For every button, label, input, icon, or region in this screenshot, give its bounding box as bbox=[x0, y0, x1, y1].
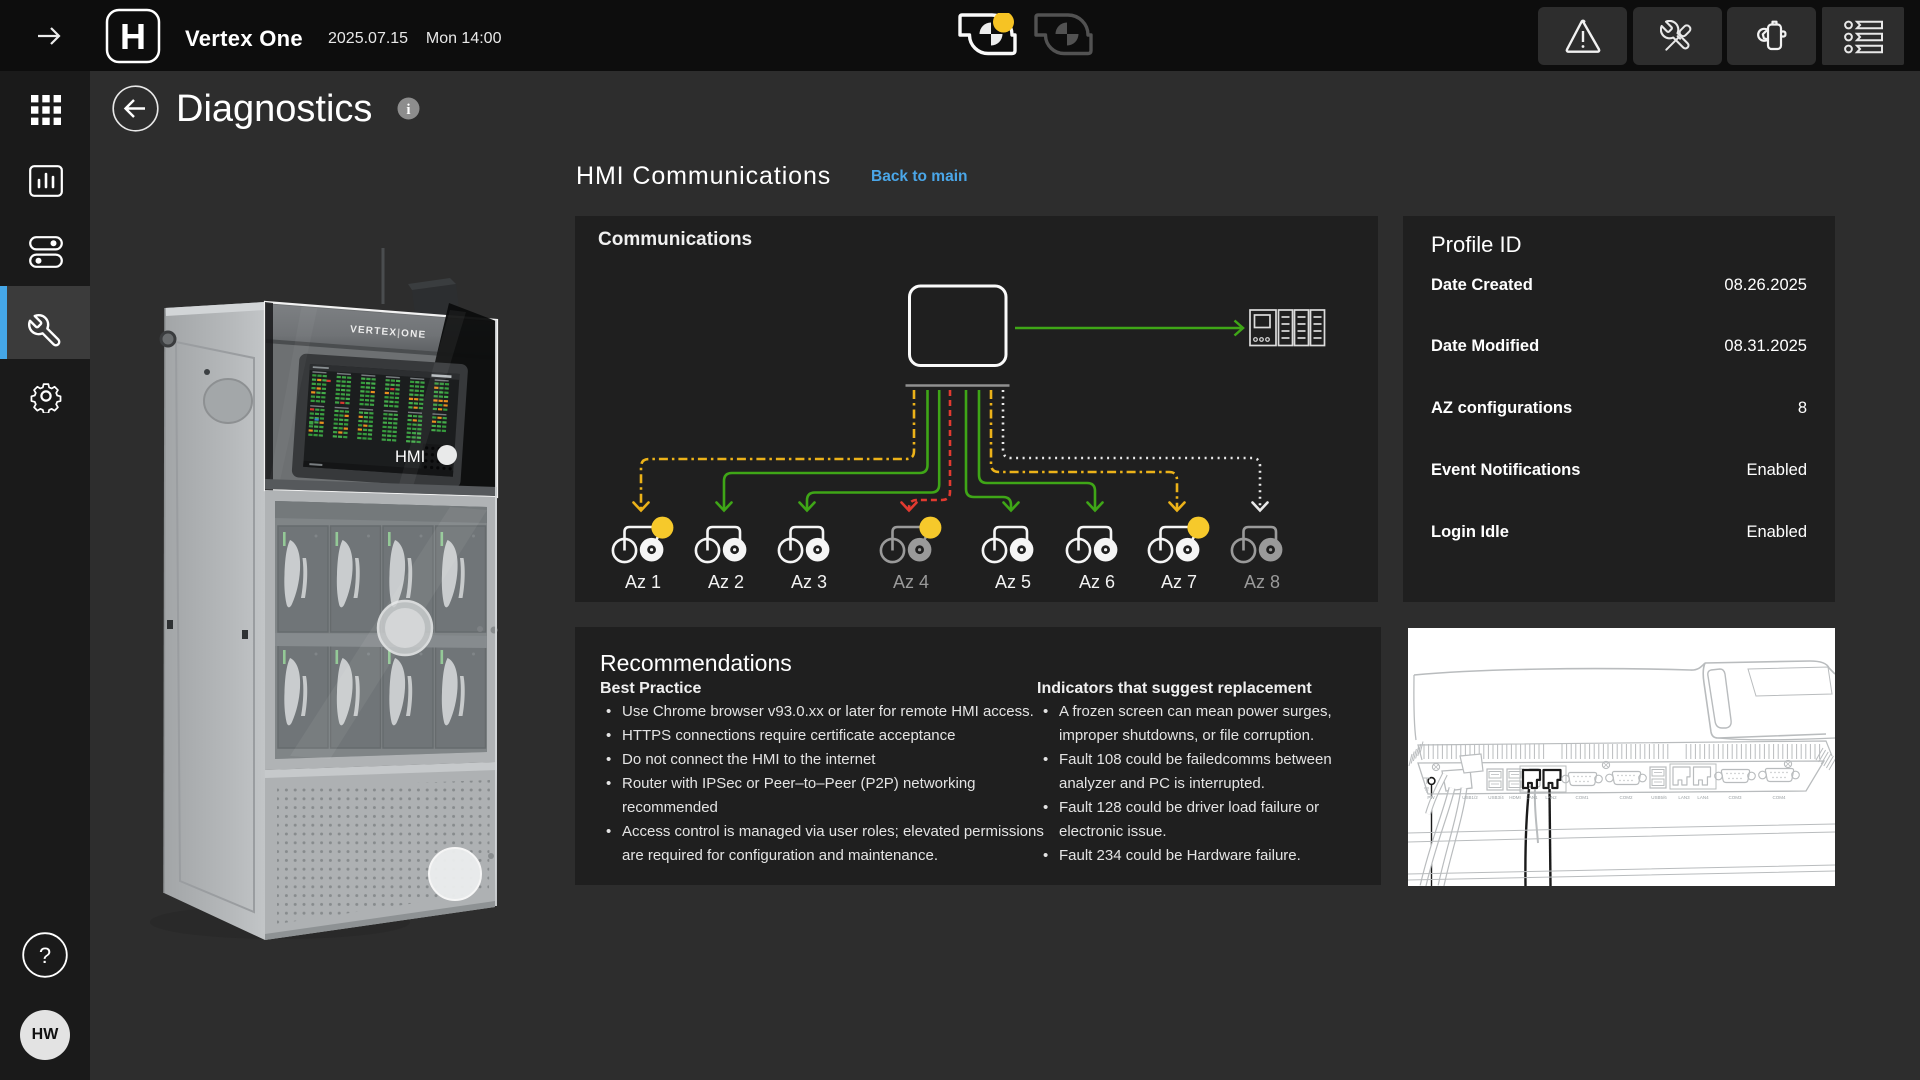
svg-text:Az 5: Az 5 bbox=[995, 572, 1031, 592]
svg-text:?: ? bbox=[39, 943, 51, 968]
svg-text:LAN3: LAN3 bbox=[1678, 795, 1690, 800]
svg-text:COM4: COM4 bbox=[1772, 795, 1785, 800]
svg-text:Az 8: Az 8 bbox=[1244, 572, 1280, 592]
svg-text:USB5/6: USB5/6 bbox=[1651, 795, 1667, 800]
svg-text:LAN1: LAN1 bbox=[1526, 795, 1538, 800]
svg-text:COM3: COM3 bbox=[1728, 795, 1741, 800]
svg-text:COM1: COM1 bbox=[1575, 795, 1588, 800]
svg-text:Az 6: Az 6 bbox=[1079, 572, 1115, 592]
svg-text:i: i bbox=[406, 102, 410, 118]
svg-text:Az 2: Az 2 bbox=[708, 572, 744, 592]
svg-text:PW: PW bbox=[1427, 795, 1435, 800]
svg-text:Az 7: Az 7 bbox=[1161, 572, 1197, 592]
svg-text:COM2: COM2 bbox=[1619, 795, 1632, 800]
svg-text:Az 3: Az 3 bbox=[791, 572, 827, 592]
svg-text:Az 4: Az 4 bbox=[893, 572, 929, 592]
svg-text:USB3/4: USB3/4 bbox=[1488, 795, 1504, 800]
svg-text:H: H bbox=[120, 16, 146, 57]
svg-text:LAN4: LAN4 bbox=[1697, 795, 1709, 800]
svg-text:LAN2: LAN2 bbox=[1545, 795, 1557, 800]
svg-text:USB1/2: USB1/2 bbox=[1462, 795, 1478, 800]
svg-text:Az 1: Az 1 bbox=[625, 572, 661, 592]
svg-text:HDMI: HDMI bbox=[1509, 795, 1521, 800]
